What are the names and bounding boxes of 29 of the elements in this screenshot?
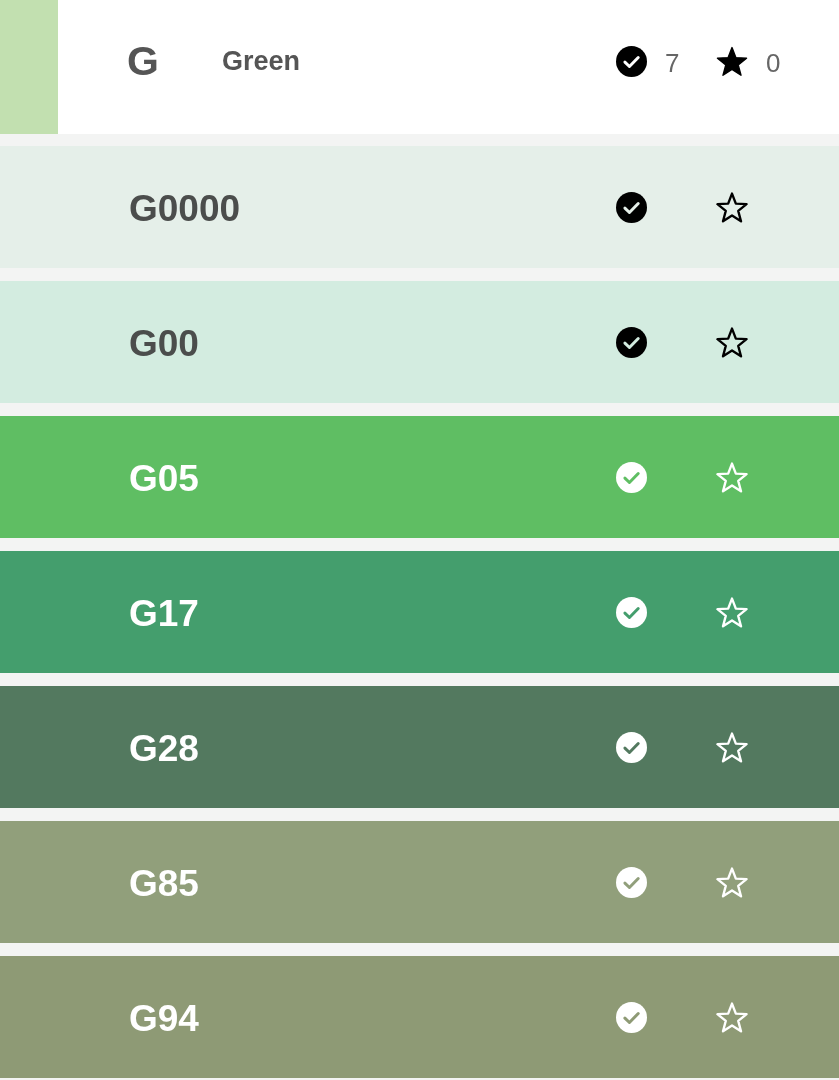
group-name: Green [221,45,300,77]
color-row[interactable]: G28 [0,686,839,808]
color-row[interactable]: G00 [0,281,839,403]
color-code: G28 [129,727,199,770]
color-code: G85 [129,862,199,905]
starred-count: 0 [766,46,781,79]
check-circle-icon[interactable] [616,731,647,763]
check-circle-icon[interactable] [616,461,647,493]
star-icon[interactable] [716,326,748,358]
color-row[interactable]: G85 [0,821,839,943]
check-circle-icon[interactable] [616,326,647,358]
check-circle-icon[interactable] [616,191,647,223]
group-letter: G [127,37,159,85]
color-row[interactable]: G0000 [0,146,839,268]
color-code: G0000 [129,187,241,230]
star-icon[interactable] [716,191,748,223]
check-circle-icon[interactable] [616,596,647,628]
checked-count: 7 [665,46,680,79]
color-row[interactable]: G05 [0,416,839,538]
color-row[interactable]: G94 [0,956,839,1078]
color-code: G05 [129,457,199,500]
color-code: G94 [129,997,199,1040]
check-circle-icon[interactable] [616,866,647,898]
check-circle-icon [616,45,647,77]
color-code: G17 [129,592,199,635]
check-circle-icon[interactable] [616,1001,647,1033]
star-icon [716,45,748,77]
color-row[interactable]: G17 [0,551,839,673]
color-code: G00 [129,322,199,365]
